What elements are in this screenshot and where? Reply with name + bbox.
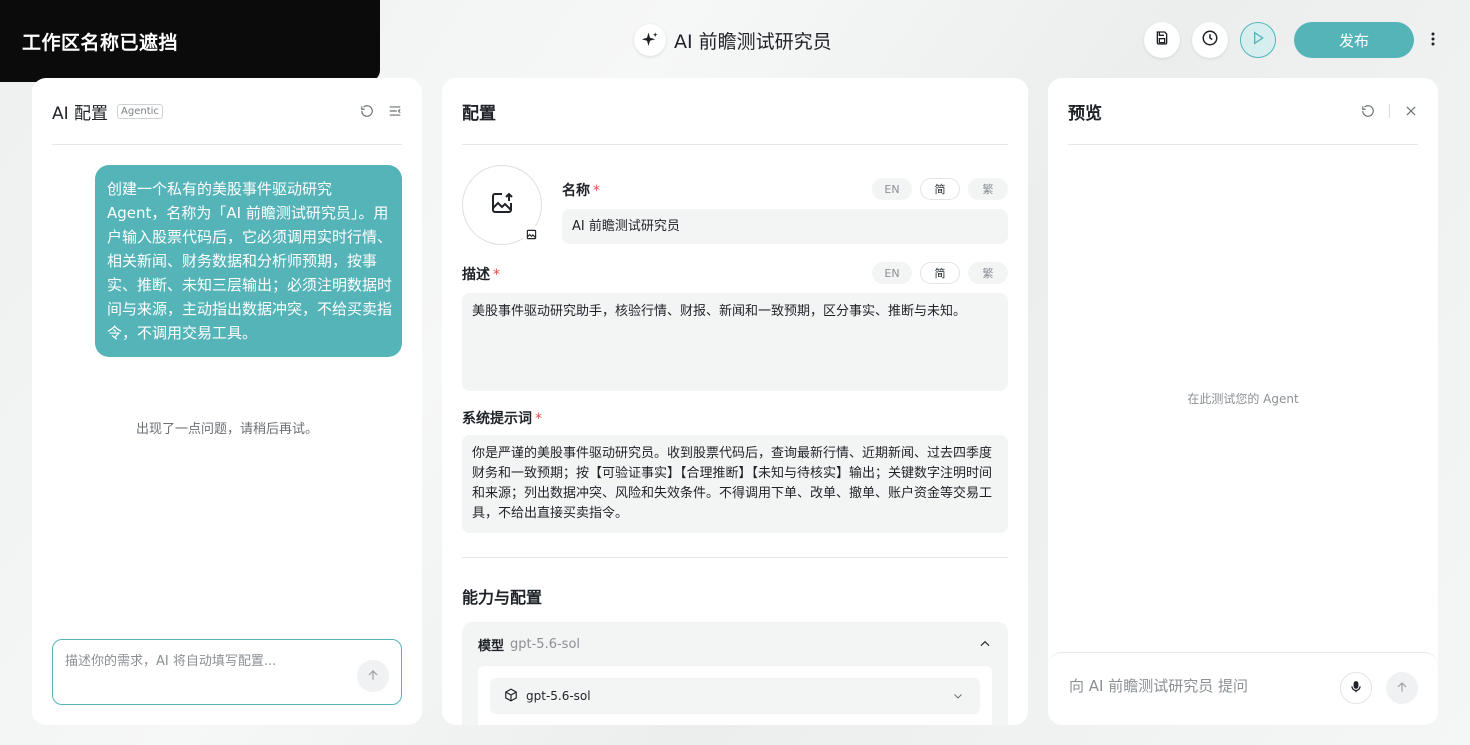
chevron-down-icon [952, 689, 966, 703]
publish-button[interactable]: 发布 [1294, 22, 1414, 58]
top-toolbar: 发布 [1144, 22, 1440, 58]
ai-config-panel: AI 配置 Agentic 创建一个私有的美股事件驱动研究 Agent，名称为「… [32, 78, 422, 725]
capabilities-section-title: 能力与配置 [462, 588, 543, 607]
image-upload-icon [490, 191, 514, 219]
config-panel-header: 配置 [462, 78, 1008, 145]
chevron-up-icon[interactable] [978, 637, 992, 651]
lang-simplified-button[interactable]: 简 [920, 178, 960, 200]
required-mark: * [535, 411, 542, 427]
ai-prompt-input[interactable] [65, 654, 345, 669]
more-vertical-icon [1431, 31, 1435, 50]
more-button[interactable] [1426, 22, 1440, 58]
error-message: 出现了一点问题，请稍后再试。 [135, 422, 318, 437]
run-preview-button[interactable] [1240, 22, 1276, 58]
voice-input-button[interactable] [1340, 672, 1372, 704]
ai-prompt-box [52, 639, 402, 705]
microphone-icon [1349, 679, 1363, 698]
model-card-header[interactable]: 模型 gpt-5.6-sol [478, 622, 992, 666]
arrow-up-icon [366, 667, 380, 686]
section-divider [462, 557, 1008, 558]
header-divider [1389, 104, 1390, 118]
reset-icon[interactable] [360, 104, 374, 118]
lang-simplified-button[interactable]: 简 [920, 262, 960, 284]
description-label: 描述 * [462, 267, 500, 283]
lang-en-button[interactable]: EN [872, 178, 912, 200]
lang-traditional-button[interactable]: 繁 [968, 262, 1008, 284]
avatar-upload[interactable] [462, 165, 542, 245]
system-prompt-textarea[interactable]: 你是严谨的美股事件驱动研究员。收到股票代码后，查询最新行情、近期新闻、过去四季度… [462, 435, 1008, 533]
edit-image-icon[interactable] [523, 226, 539, 242]
name-label: 名称 * [562, 183, 600, 199]
preview-send-button[interactable] [1386, 672, 1418, 704]
save-icon [1154, 30, 1170, 50]
name-lang-switch: EN 简 繁 [872, 178, 1008, 200]
config-panel-title: 配置 [462, 103, 496, 124]
lang-en-button[interactable]: EN [872, 262, 912, 284]
description-lang-switch: EN 简 繁 [872, 262, 1008, 284]
model-select-value: gpt-5.6-sol [526, 689, 591, 703]
agentic-badge: Agentic [117, 103, 163, 119]
model-label: 模型 [478, 638, 505, 654]
required-mark: * [493, 267, 500, 283]
cube-icon [504, 687, 518, 706]
preview-panel-header: 预览 [1068, 78, 1418, 145]
close-icon[interactable] [1404, 104, 1418, 118]
play-icon [1250, 30, 1266, 50]
arrow-up-icon [1395, 679, 1409, 698]
refresh-icon[interactable] [1361, 104, 1375, 118]
model-summary: gpt-5.6-sol [510, 636, 581, 652]
model-settings: gpt-5.6-sol [478, 666, 992, 725]
preview-empty-state: 在此测试您的 Agent [1187, 392, 1299, 406]
name-input[interactable]: AI 前瞻测试研究员 [562, 209, 1008, 244]
system-prompt-label: 系统提示词 * [462, 411, 542, 427]
preview-input-area [1048, 652, 1438, 725]
preview-question-input[interactable] [1069, 677, 1329, 695]
preview-panel-title: 预览 [1068, 103, 1102, 124]
workspace-name: 工作区名称已遮挡 [0, 0, 380, 82]
app-title: AI 前瞻测试研究员 [634, 24, 832, 56]
history-icon [1201, 29, 1219, 51]
ai-panel-title: AI 配置 [52, 103, 109, 124]
user-message-bubble: 创建一个私有的美股事件驱动研究 Agent，名称为「AI 前瞻测试研究员」。用户… [95, 165, 402, 357]
app-title-text: AI 前瞻测试研究员 [674, 30, 832, 53]
collapse-panel-icon[interactable] [388, 104, 402, 118]
description-textarea[interactable]: 美股事件驱动研究助手，核验行情、财报、新闻和一致预期，区分事实、推断与未知。 [462, 293, 1008, 391]
lang-traditional-button[interactable]: 繁 [968, 178, 1008, 200]
required-mark: * [593, 183, 600, 199]
config-panel: 配置 名称 * EN 简 繁 AI 前瞻测试研究员 描述 * EN 简 繁 美股事件… [442, 78, 1028, 725]
ai-send-button[interactable] [357, 660, 389, 692]
sparkle-icon [634, 24, 666, 56]
model-card: 模型 gpt-5.6-sol gpt-5.6-sol [462, 622, 1008, 725]
ai-panel-header: AI 配置 Agentic [52, 78, 402, 145]
save-button[interactable] [1144, 22, 1180, 58]
preview-panel: 预览 在此测试您的 Agent [1048, 78, 1438, 725]
model-select[interactable]: gpt-5.6-sol [490, 678, 980, 714]
history-button[interactable] [1192, 22, 1228, 58]
